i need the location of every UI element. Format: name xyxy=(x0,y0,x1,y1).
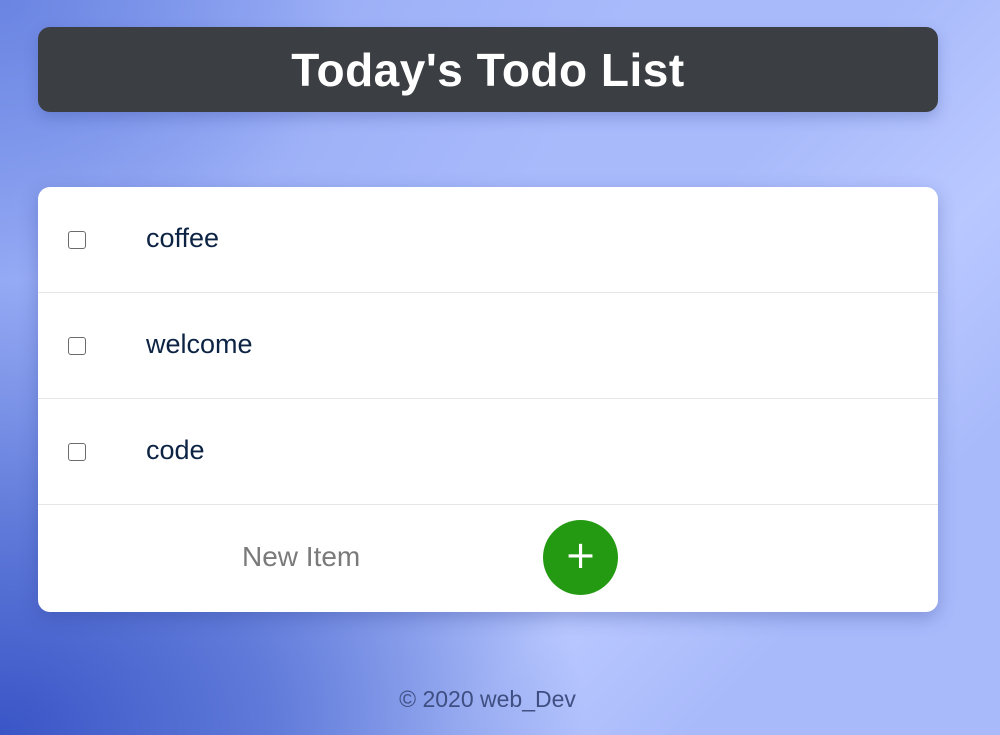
todo-item: welcome xyxy=(38,293,938,399)
todo-item-label: code xyxy=(146,435,205,465)
todo-item-checkbox[interactable] xyxy=(68,337,86,355)
todo-item-checkbox[interactable] xyxy=(68,443,86,461)
new-item-input[interactable] xyxy=(238,535,498,579)
plus-icon: + xyxy=(564,533,597,577)
add-item-button[interactable]: + xyxy=(543,520,618,595)
todo-item-label: coffee xyxy=(146,223,220,253)
todo-list-card: coffee welcome code + xyxy=(38,187,938,612)
todo-item-checkbox[interactable] xyxy=(68,231,86,249)
todo-item: code xyxy=(38,399,938,505)
todo-item-label: welcome xyxy=(146,329,253,359)
page-title: Today's Todo List xyxy=(291,43,685,96)
footer-copyright: © 2020 web_Dev xyxy=(399,686,576,712)
todo-item: coffee xyxy=(38,187,938,293)
new-item-row: + xyxy=(38,505,938,612)
page-header: Today's Todo List xyxy=(38,27,938,112)
